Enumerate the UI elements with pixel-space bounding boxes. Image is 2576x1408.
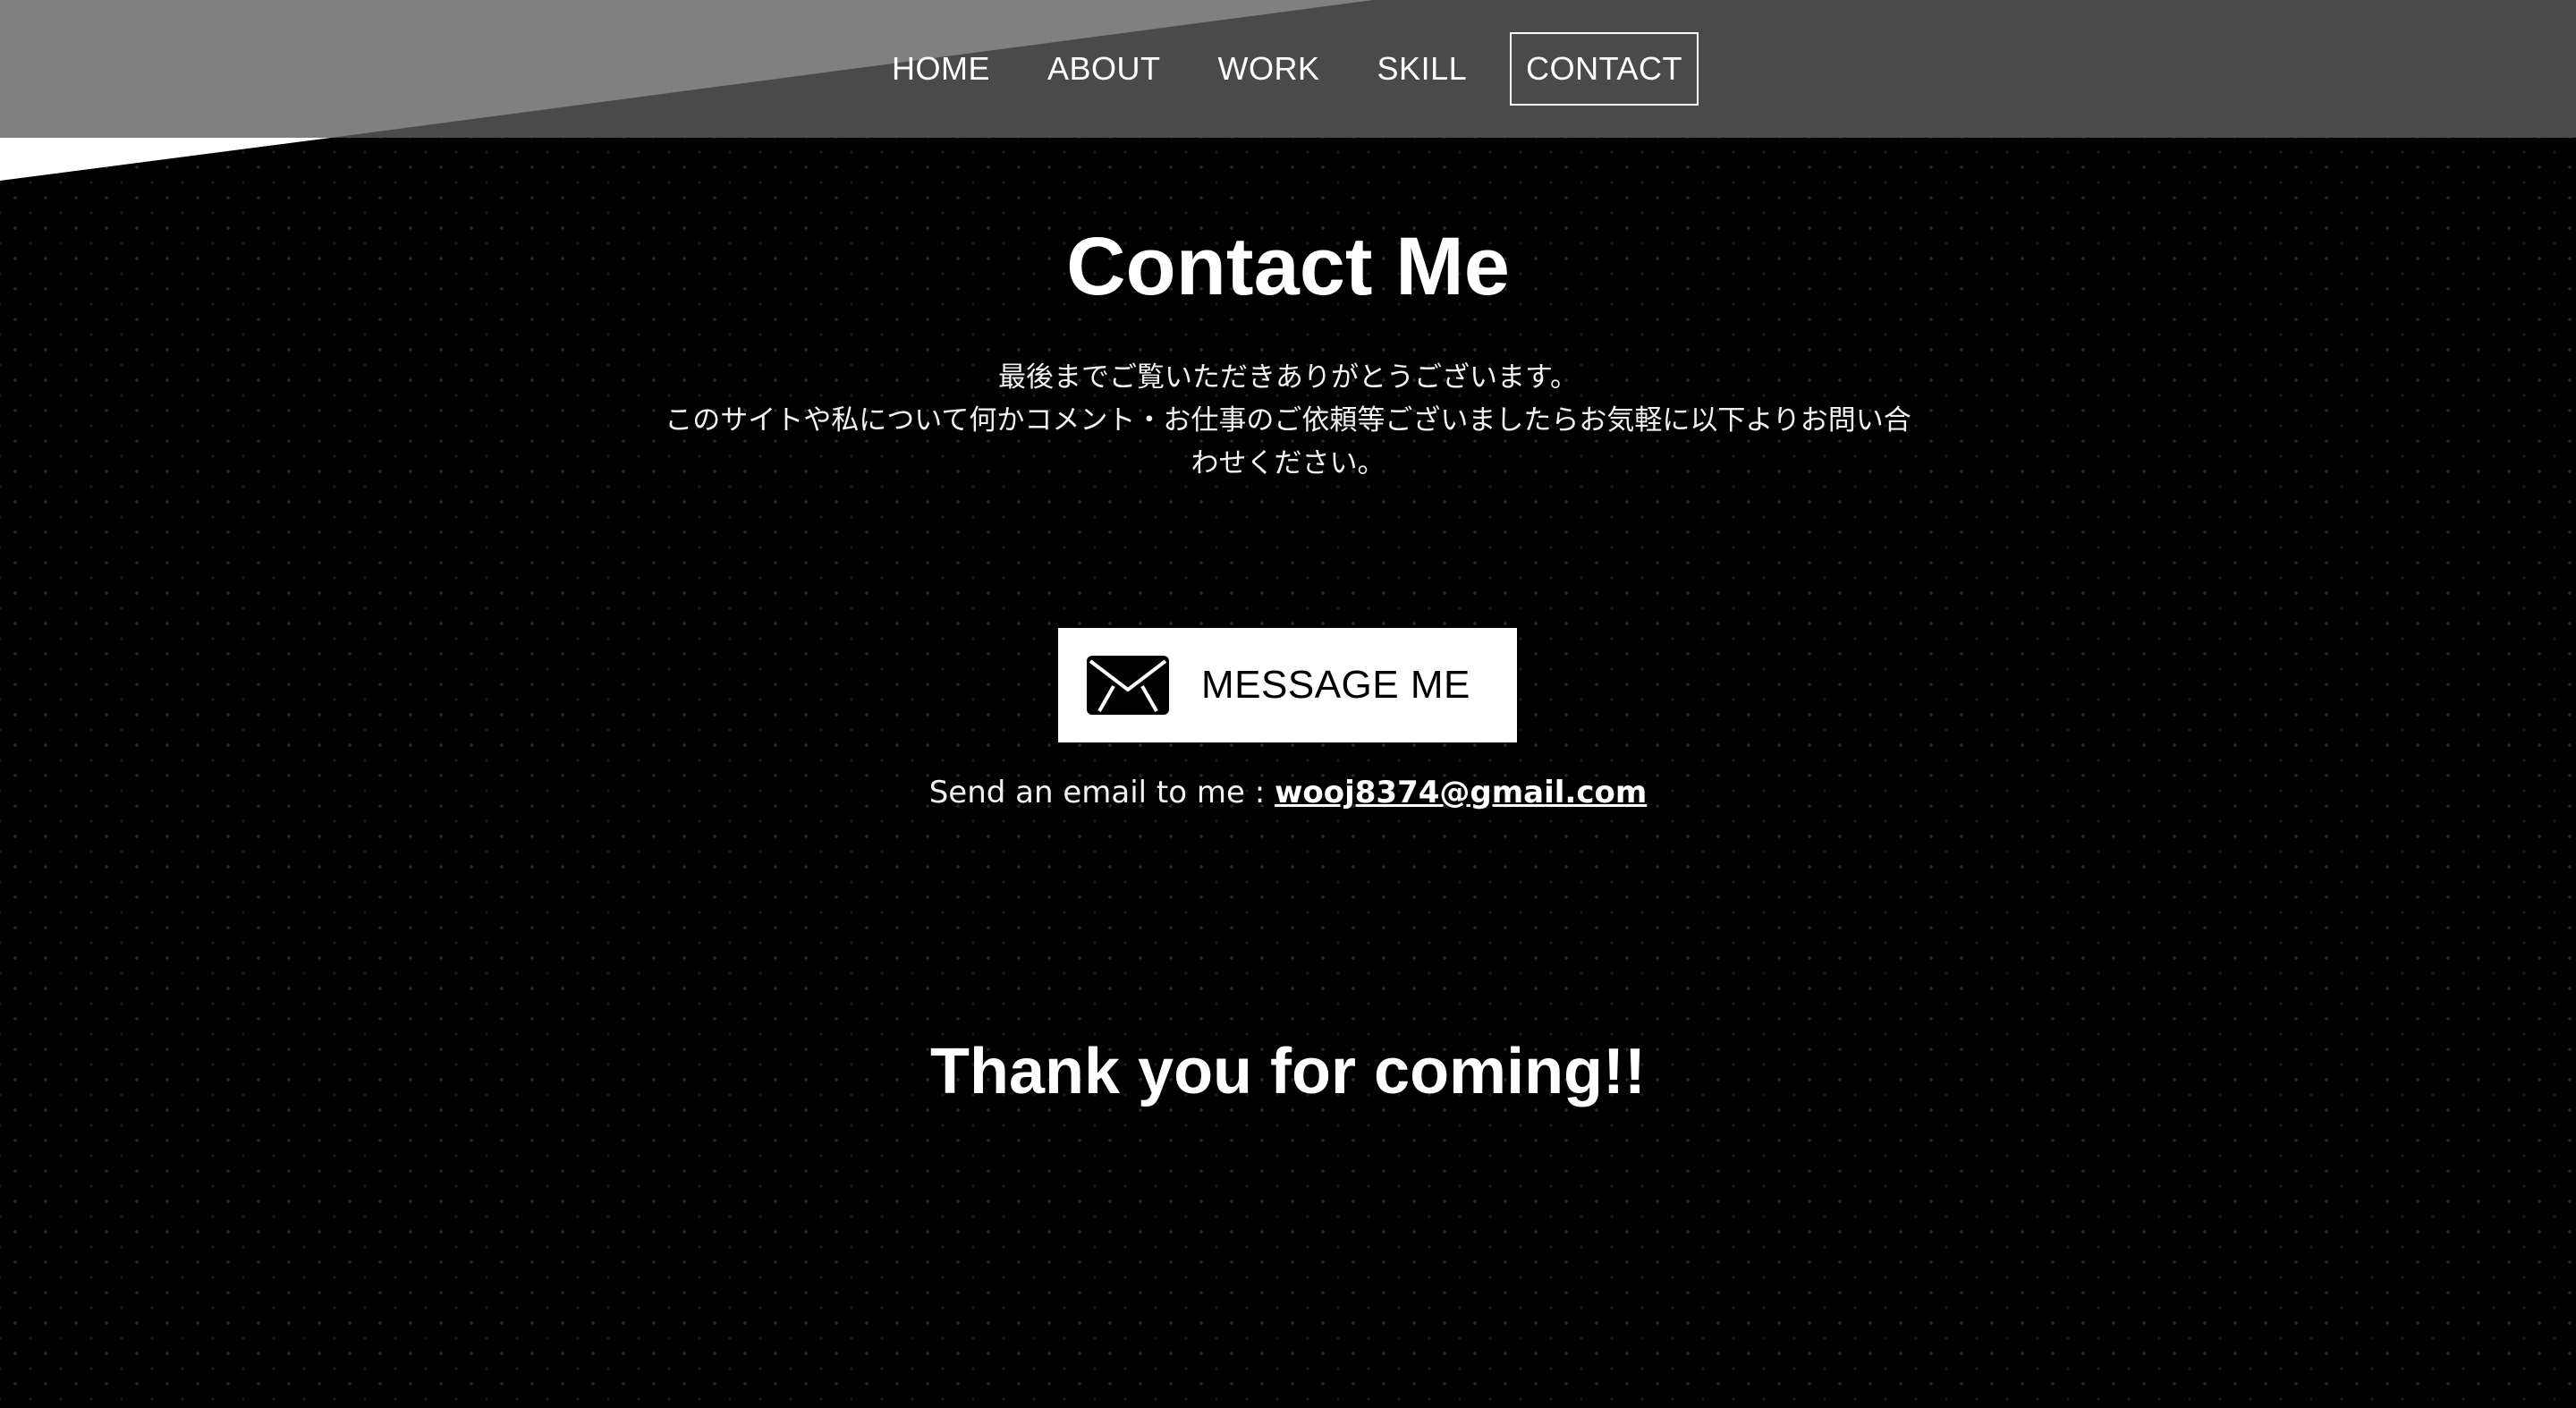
thanks-heading: Thank you for coming!! [930, 1036, 1646, 1107]
nav-item-home[interactable]: HOME [877, 34, 1004, 104]
main-nav: HOME ABOUT WORK SKILL CONTACT [0, 0, 2576, 138]
page-title: Contact Me [1066, 221, 1510, 312]
envelope-icon [1087, 656, 1169, 715]
description-line-2: このサイトや私について何かコメント・お仕事のご依頼等ございましたらお気軽に以下よ… [665, 404, 1911, 437]
email-line: Send an email to me : wooj8374@gmail.com [0, 771, 2576, 814]
contact-section: Contact Me 最後までご覧いただきありがとうございます。 このサイトや私… [0, 0, 2576, 1408]
nav-item-about[interactable]: ABOUT [1033, 34, 1175, 104]
message-me-label: MESSAGE ME [1201, 663, 1470, 707]
email-link[interactable]: wooj8374@gmail.com [1275, 775, 1647, 810]
description-line-1: 最後までご覧いただきありがとうございます。 [998, 361, 1578, 394]
nav-item-contact[interactable]: CONTACT [1510, 32, 1699, 106]
nav-item-skill[interactable]: SKILL [1363, 34, 1482, 104]
message-me-button[interactable]: MESSAGE ME [1058, 628, 1517, 742]
page: HOME ABOUT WORK SKILL CONTACT Contact Me… [0, 0, 2576, 1408]
contact-description: 最後までご覧いただきありがとうございます。 このサイトや私について何かコメント・… [626, 356, 1950, 485]
nav-item-work[interactable]: WORK [1204, 34, 1335, 104]
email-prefix: Send an email to me : [928, 775, 1275, 810]
description-line-3: わせください。 [1191, 447, 1385, 479]
